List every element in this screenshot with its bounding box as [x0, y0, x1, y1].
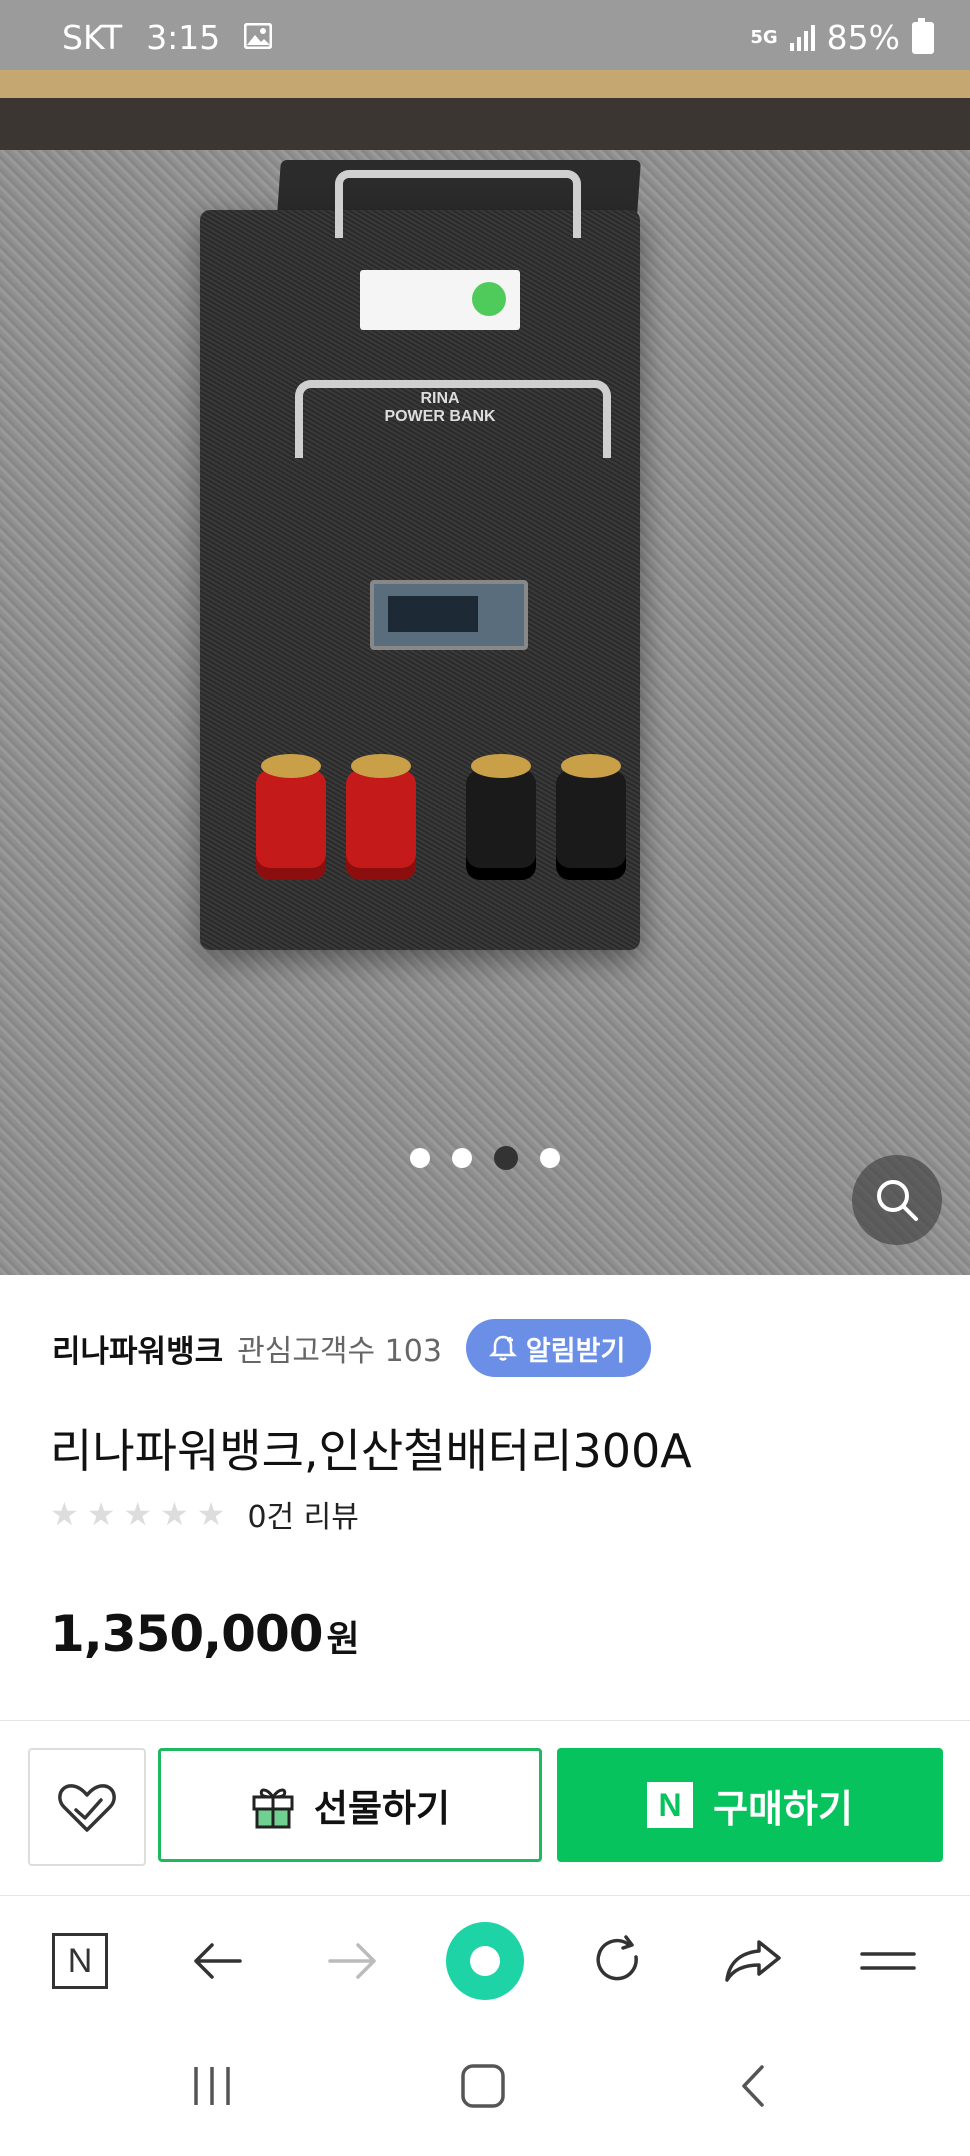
- signal-strength-icon: [789, 24, 815, 51]
- carousel-dot[interactable]: [540, 1148, 560, 1168]
- system-navigation-bar: [0, 2025, 970, 2156]
- naver-home-icon: N: [52, 1933, 108, 1989]
- refresh-icon: [596, 1935, 638, 1981]
- purchase-action-bar: 선물하기 N 구매하기: [0, 1720, 970, 1896]
- product-photo-device: RINA POWER BANK: [200, 170, 640, 950]
- followers-count: 관심고객수 103: [237, 1334, 442, 1369]
- clock: 3:15: [146, 18, 221, 57]
- gallery-notification-icon: [243, 18, 273, 57]
- device-label-card: [360, 270, 520, 330]
- star-icon: ★: [160, 1495, 189, 1533]
- share-button[interactable]: [713, 1921, 793, 2001]
- gift-icon: [252, 1788, 294, 1829]
- naver-home-button[interactable]: N: [40, 1921, 120, 2001]
- carrier-label: SKT: [62, 18, 123, 57]
- star-rating: ★ ★ ★ ★ ★: [50, 1495, 225, 1533]
- device-brand-text: RINA POWER BANK: [384, 390, 496, 425]
- negative-terminal: [556, 754, 626, 880]
- buy-button[interactable]: N 구매하기: [557, 1748, 943, 1862]
- product-title: 리나파워뱅크,인산철배터리300A: [50, 1424, 692, 1478]
- carousel-page-indicator: [0, 1146, 970, 1170]
- review-count: 0건 리뷰: [247, 1500, 359, 1535]
- price-unit: 원: [326, 1619, 360, 1660]
- back-button[interactable]: [177, 1921, 257, 2001]
- negative-terminal: [466, 754, 536, 880]
- green-dot-button[interactable]: [445, 1921, 525, 2001]
- positive-terminal: [256, 754, 326, 880]
- carousel-dot-active[interactable]: [494, 1146, 518, 1170]
- chevron-left-icon: [742, 2065, 764, 2107]
- positive-terminal: [346, 754, 416, 880]
- seller-row: 리나파워뱅크 관심고객수 103 알림받기: [52, 1318, 652, 1378]
- star-icon: ★: [123, 1495, 153, 1533]
- heart-check-icon: [58, 1784, 116, 1832]
- price: 1,350,000 원: [50, 1605, 360, 1663]
- status-bar: SKT 3:15 5G 85%: [0, 0, 970, 70]
- gift-button[interactable]: 선물하기: [158, 1748, 542, 1862]
- star-icon: ★: [196, 1495, 226, 1533]
- wishlist-button[interactable]: [28, 1748, 146, 1866]
- device-voltage-display: [370, 580, 528, 650]
- buy-button-label: 구매하기: [713, 1786, 853, 1831]
- bell-plus-icon: [488, 1335, 517, 1361]
- seller-name-link[interactable]: 리나파워뱅크: [52, 1326, 223, 1371]
- refresh-button[interactable]: [578, 1921, 658, 2001]
- gift-button-label: 선물하기: [313, 1787, 451, 1830]
- subscribe-alert-label: 알림받기: [525, 1335, 626, 1367]
- share-arrow-icon: [725, 1940, 781, 1982]
- forward-button[interactable]: [313, 1921, 393, 2001]
- image-zoom-button[interactable]: [852, 1155, 942, 1245]
- battery-percent: 85%: [826, 18, 900, 57]
- recent-apps-icon: [194, 2067, 230, 2105]
- green-dot-icon: [446, 1922, 524, 2000]
- search-icon: [877, 1180, 918, 1221]
- photo-background-shelf: [0, 70, 970, 98]
- arrow-left-icon: [194, 1943, 242, 1979]
- recent-apps-button[interactable]: [190, 2063, 234, 2113]
- star-icon: ★: [86, 1495, 116, 1533]
- subscribe-alert-button[interactable]: 알림받기: [465, 1319, 652, 1377]
- home-button[interactable]: [460, 2063, 506, 2113]
- rating-row[interactable]: ★ ★ ★ ★ ★ 0건 리뷰: [50, 1492, 359, 1536]
- home-square-icon: [461, 2064, 505, 2108]
- menu-button[interactable]: [848, 1921, 928, 2001]
- device-top-handle: [335, 170, 581, 238]
- browser-toolbar: N: [0, 1895, 970, 2026]
- network-type-icon: 5G: [750, 27, 778, 48]
- hamburger-menu-icon: [860, 1952, 916, 1970]
- system-back-button[interactable]: [738, 2063, 768, 2113]
- carousel-dot[interactable]: [452, 1148, 472, 1168]
- naver-pay-logo: N: [647, 1782, 694, 1828]
- star-icon: ★: [50, 1495, 79, 1533]
- arrow-right-icon: [328, 1943, 376, 1979]
- carousel-dot[interactable]: [410, 1148, 430, 1168]
- product-image-carousel[interactable]: RINA POWER BANK: [0, 70, 970, 1275]
- price-value: 1,350,000: [50, 1605, 324, 1663]
- battery-icon: [912, 17, 934, 54]
